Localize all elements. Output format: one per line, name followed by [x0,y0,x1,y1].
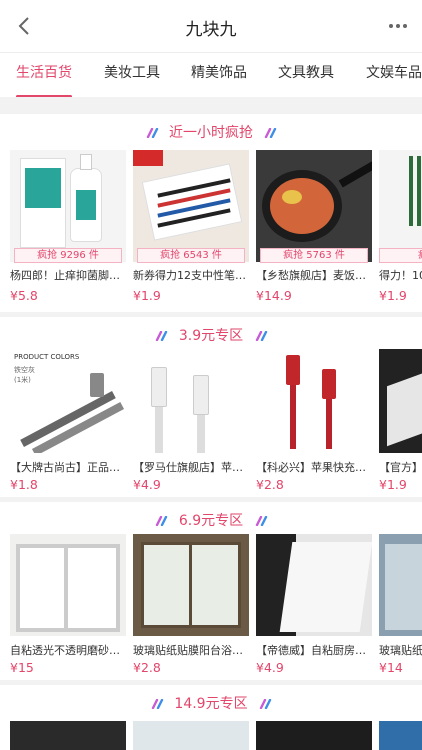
section-title: 6.9元专区 [0,510,422,530]
tab-car-goods[interactable]: 文娱车品 [366,53,422,97]
grab-count-badge: 疯抢 6543 件 [137,248,245,263]
nav-bar: 九块九 [0,0,422,52]
product-name: 新券得力12支中性笔套装 [133,269,249,282]
product-price: ¥2.8 [133,660,161,675]
section-title-text: 14.9元专区 [174,696,248,712]
product-card[interactable]: 玻璃贴纸 ¥14 [379,534,422,676]
slash-decoration-icon [146,128,158,138]
product-image-cable [379,349,422,453]
product-price: ¥5.8 [10,288,38,303]
slash-decoration-icon [259,699,272,709]
product-price: ¥15 [10,660,34,675]
product-image-foot-spray [10,150,126,262]
product-price: ¥1.8 [10,477,38,492]
product-card[interactable]: 自粘透光不透明磨砂玻璃贴 ¥15 [10,534,126,676]
product-name: 【帝德威】自粘厨房防油贴 [256,644,372,657]
product-image-frying-pan [256,150,372,262]
product-name: 【乡愁旗舰店】麦饭石煎锅 [256,269,372,282]
grab-count-badge: 疯抢 5763 件 [260,248,368,263]
slash-decoration-icon [151,699,164,709]
product-image-pens [133,150,249,262]
product-image-pencils [379,150,422,262]
product-name: 杨四郎！止痒抑菌脚气喷雾 [10,269,126,282]
product-image-partial [256,721,372,750]
product-price: ¥1.9 [133,288,161,303]
product-card[interactable]: 玻璃贴纸贴膜阳台浴室窗户 ¥2.8 [133,534,249,676]
separator [0,97,422,114]
slash-decoration-icon [255,516,267,526]
product-card[interactable]: 【官方】 ¥1.9 [379,349,422,493]
section-title-text: 6.9元专区 [178,513,244,529]
image-text: PRODUCT COLORS [14,353,80,361]
section-title: 近一小时疯抢 [0,122,422,142]
product-name: 玻璃贴纸 [379,644,422,657]
section-3-9: 3.9元专区 PRODUCT COLORS 铁空灰 (1米) 【大牌古尚古】正品… [0,317,422,497]
tab-label: 生活百货 [16,65,72,81]
section-title: 3.9元专区 [0,325,422,345]
product-image-partial [10,721,126,750]
tab-accessories[interactable]: 精美饰品 [191,53,247,97]
product-card[interactable]: 【帝德威】自粘厨房防油贴 ¥4.9 [256,534,372,676]
product-image-window-film [10,534,126,636]
section-6-9: 6.9元专区 自粘透光不透明磨砂玻璃贴 ¥15 玻璃贴纸贴膜阳台浴室窗户 ¥2.… [0,502,422,680]
more-icon[interactable] [384,12,412,40]
product-image-cable [256,349,372,453]
product-name: 自粘透光不透明磨砂玻璃贴 [10,644,126,657]
product-price: ¥1.9 [379,288,407,303]
product-card[interactable]: 疯抢 9296 件 杨四郎！止痒抑菌脚气喷雾 ¥5.8 [10,150,126,308]
slash-decoration-icon [255,331,267,341]
slash-decoration-icon [156,516,168,526]
slash-decoration-icon [156,331,168,341]
product-name: 【科必兴】苹果快充数据线 [256,461,372,474]
product-card[interactable]: 疯抢 得力！10 ¥1.9 [379,150,422,308]
product-price: ¥14.9 [256,288,292,303]
product-card[interactable]: 疯抢 6543 件 新券得力12支中性笔套装 ¥1.9 [133,150,249,308]
product-image-window-film [379,534,422,636]
product-price: ¥2.8 [256,477,284,492]
page-title: 九块九 [185,20,237,40]
product-price: ¥4.9 [133,477,161,492]
product-image-cable [133,349,249,453]
tab-label: 文具教具 [278,65,334,81]
product-name: 【官方】 [379,461,422,474]
section-hot-hour: 近一小时疯抢 疯抢 9296 件 杨四郎！止痒抑菌脚气喷雾 ¥5.8 疯抢 65… [0,114,422,312]
tab-beauty-tools[interactable]: 美妆工具 [104,53,160,97]
image-text: 铁空灰 [14,366,35,374]
tab-label: 文娱车品 [366,65,422,81]
tab-stationery[interactable]: 文具教具 [278,53,334,97]
category-tabs: 生活百货 美妆工具 精美饰品 文具教具 文娱车品 [0,52,422,97]
product-card[interactable]: 疯抢 5763 件 【乡愁旗舰店】麦饭石煎锅 ¥14.9 [256,150,372,308]
section-title: 14.9元专区 [0,693,422,713]
product-price: ¥14 [379,660,403,675]
product-card[interactable]: 【科必兴】苹果快充数据线 ¥2.8 [256,349,372,493]
grab-count-badge: 疯抢 9296 件 [14,248,122,263]
product-name: 玻璃贴纸贴膜阳台浴室窗户 [133,644,249,657]
product-image-partial [133,721,249,750]
product-image-cable: PRODUCT COLORS 铁空灰 (1米) [10,349,126,453]
product-image-partial [379,721,422,750]
tab-label: 美妆工具 [104,65,160,81]
section-title-text: 近一小时疯抢 [169,125,253,141]
product-image-oil-film [256,534,372,636]
product-price: ¥1.9 [379,477,407,492]
product-price: ¥4.9 [256,660,284,675]
image-text: (1米) [14,376,31,384]
product-name: 得力！10 [379,269,422,282]
product-name: 【大牌古尚古】正品数据线 [10,461,126,474]
product-card[interactable]: 【罗马仕旗舰店】苹果数据线 ¥4.9 [133,349,249,493]
product-card[interactable]: PRODUCT COLORS 铁空灰 (1米) 【大牌古尚古】正品数据线 ¥1.… [10,349,126,493]
section-14-9: 14.9元专区 [0,685,422,750]
grab-count-badge: 疯抢 [379,248,422,263]
section-title-text: 3.9元专区 [178,328,244,344]
product-name: 【罗马仕旗舰店】苹果数据线 [133,461,249,474]
tab-label: 精美饰品 [191,65,247,81]
tab-daily-goods[interactable]: 生活百货 [16,53,72,97]
slash-decoration-icon [265,128,277,138]
product-image-window-film [133,534,249,636]
